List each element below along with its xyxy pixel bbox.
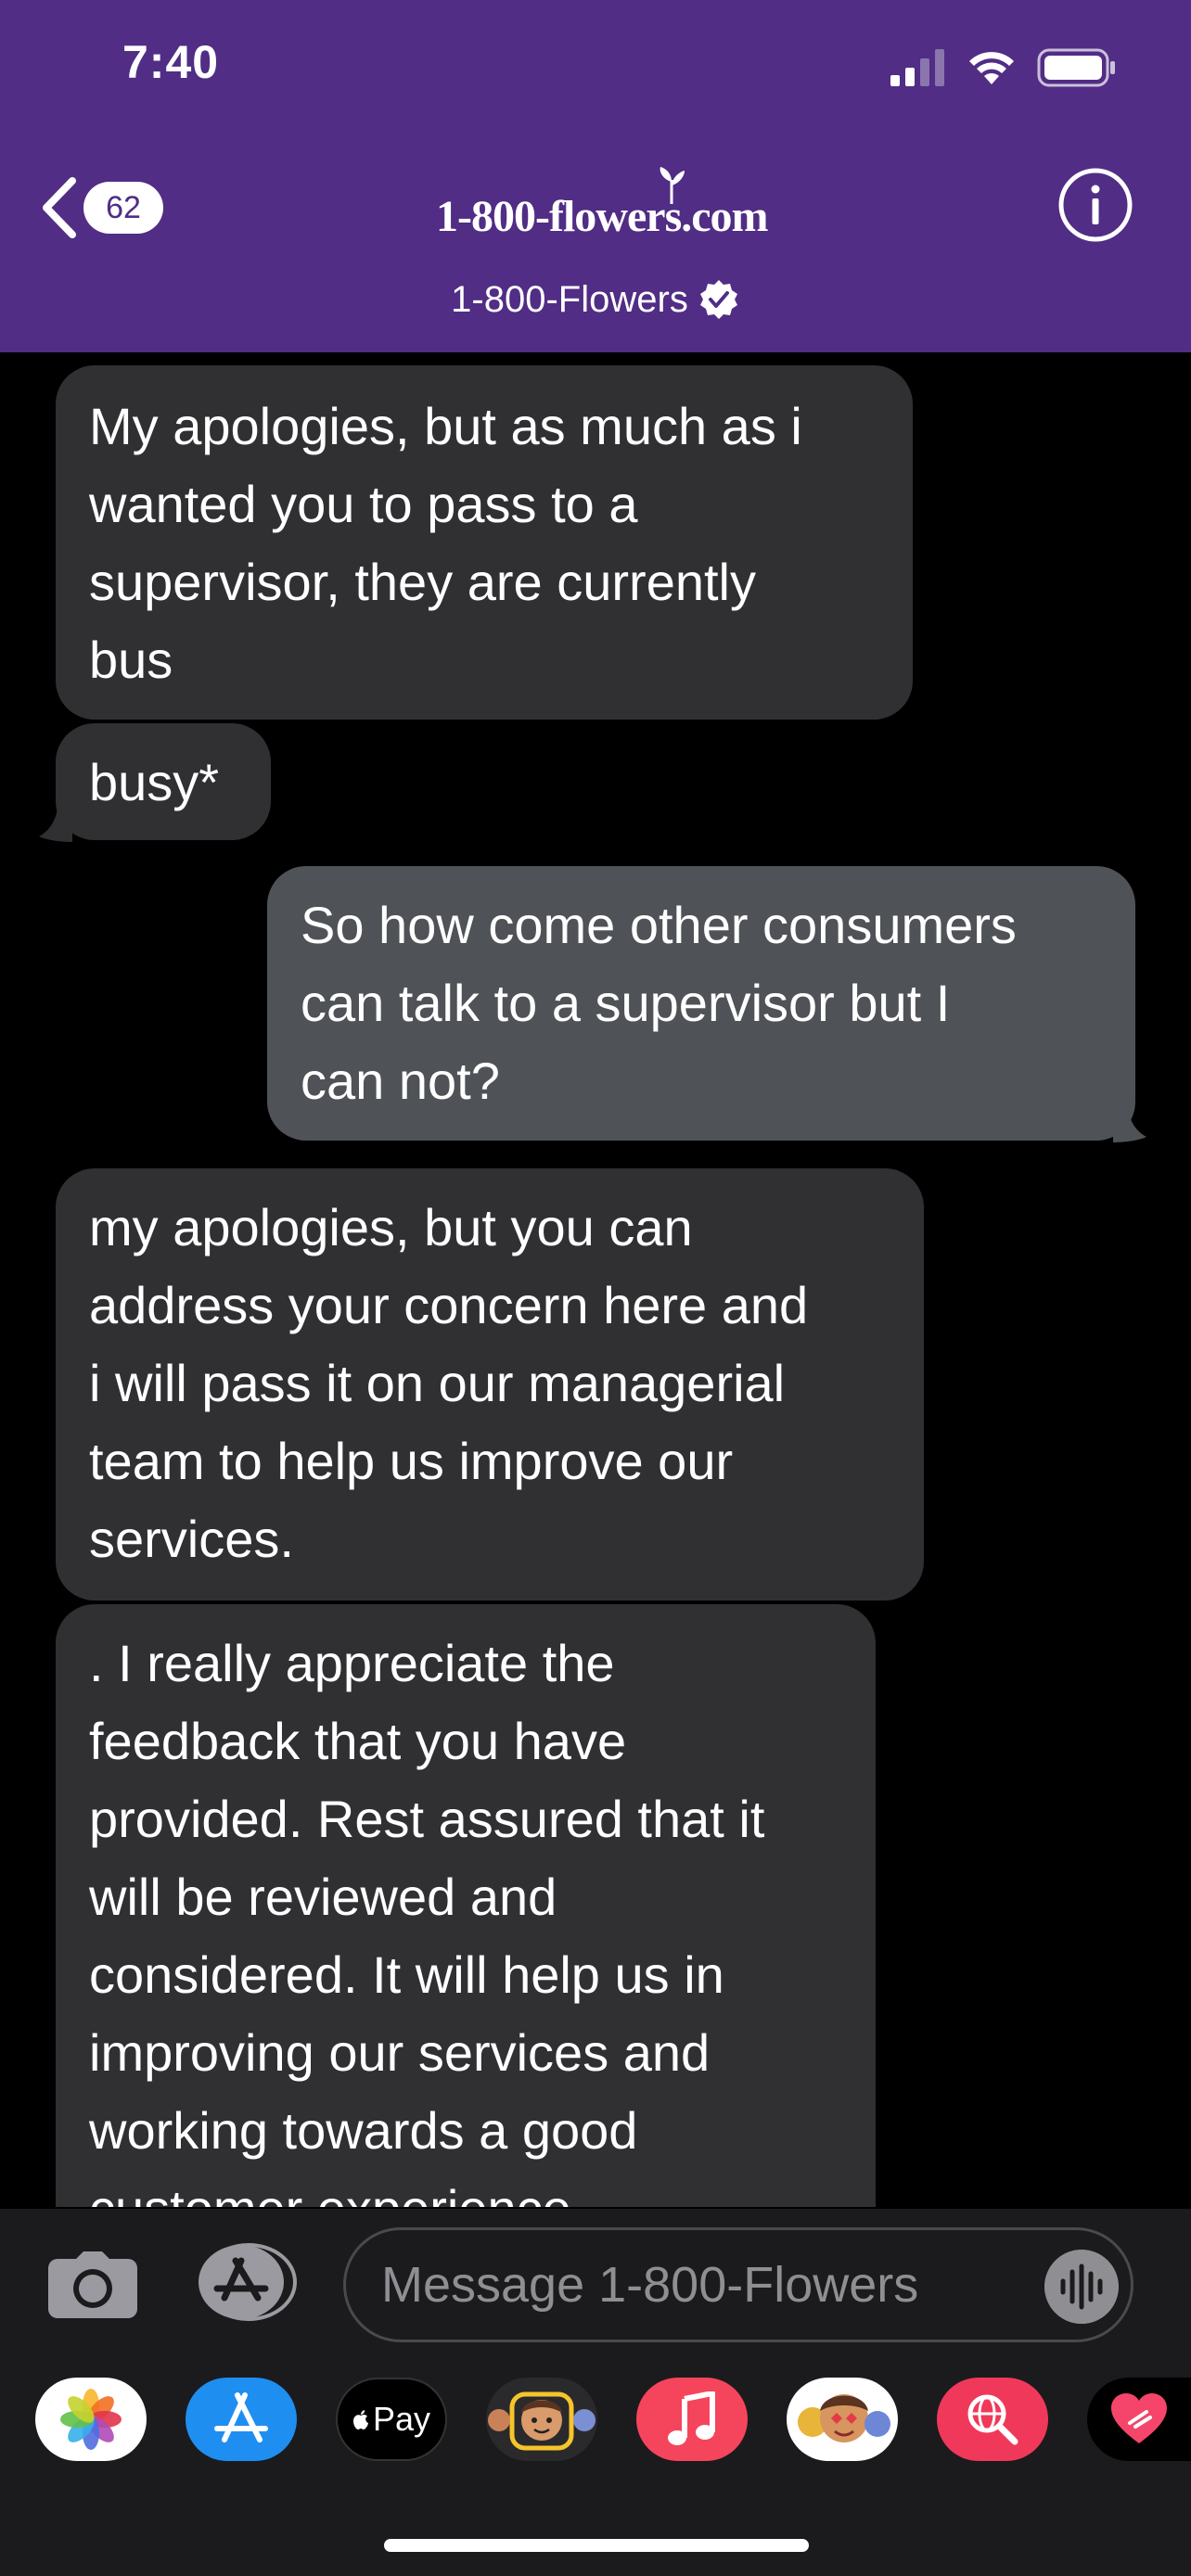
contact-name-row[interactable]: 1-800-Flowers (0, 278, 1191, 321)
chevron-left-icon (43, 177, 76, 238)
brand-logo-text: 1-800-flowers.com (436, 192, 769, 241)
verified-badge-icon (699, 280, 737, 319)
music-note-icon (668, 2391, 715, 2445)
photos-flower-icon (60, 2389, 122, 2450)
apple-logo-icon (352, 2410, 368, 2429)
apple-pay-label: Pay (372, 2400, 431, 2438)
memoji-face-icon (488, 2391, 596, 2451)
conversation-header: 7:40 62 1-800-flowers.com 1-800-Flowers (0, 0, 1191, 352)
info-icon[interactable] (1057, 167, 1133, 243)
battery-icon (1037, 48, 1115, 87)
wifi-icon (969, 52, 1014, 84)
app-store-apps-icon[interactable] (193, 2242, 297, 2322)
status-time: 7:40 (122, 36, 220, 88)
globe-search-icon (967, 2394, 1018, 2445)
message-bubble-incoming[interactable]: My apologies, but as much as i wanted yo… (56, 365, 913, 720)
message-bubble-outgoing[interactable]: So how come other consumers can talk to … (267, 866, 1135, 1141)
message-thread: My apologies, but as much as i wanted yo… (0, 352, 1191, 2207)
memoji-icon[interactable] (486, 2378, 597, 2461)
home-indicator[interactable] (384, 2539, 809, 2552)
audio-message-icon[interactable] (1044, 2250, 1119, 2324)
message-input[interactable] (343, 2227, 1133, 2342)
back-button[interactable]: 62 (41, 171, 163, 245)
app-store-glyph-icon (214, 2392, 268, 2442)
unread-count-badge: 62 (83, 182, 163, 234)
apple-pay-icon[interactable]: Pay (336, 2378, 447, 2461)
digital-touch-icon[interactable] (1087, 2378, 1191, 2461)
camera-icon[interactable] (48, 2251, 137, 2318)
message-bubble-incoming[interactable]: . I really appreciate the feedback that … (56, 1604, 876, 2207)
image-search-icon[interactable] (937, 2378, 1048, 2461)
heart-icon (1111, 2393, 1167, 2443)
music-icon[interactable] (636, 2378, 748, 2461)
contact-name: 1-800-Flowers (451, 278, 688, 320)
flower-sprout-icon (660, 167, 685, 205)
memoji-stickers-icon[interactable] (787, 2378, 898, 2461)
brand-logo[interactable]: 1-800-flowers.com (436, 163, 769, 247)
bubble-tail (1113, 1105, 1146, 1142)
app-store-icon[interactable] (186, 2378, 297, 2461)
status-icons (890, 46, 1117, 89)
message-input-bar (0, 2209, 1191, 2355)
cellular-signal-icon (890, 49, 944, 86)
message-bubble-incoming[interactable]: busy* (56, 723, 271, 840)
photos-icon[interactable] (35, 2378, 147, 2461)
message-bubble-incoming[interactable]: my apologies, but you can address your c… (56, 1168, 924, 1600)
bubble-tail (39, 805, 72, 842)
memoji-stickers-face-icon (798, 2394, 890, 2442)
